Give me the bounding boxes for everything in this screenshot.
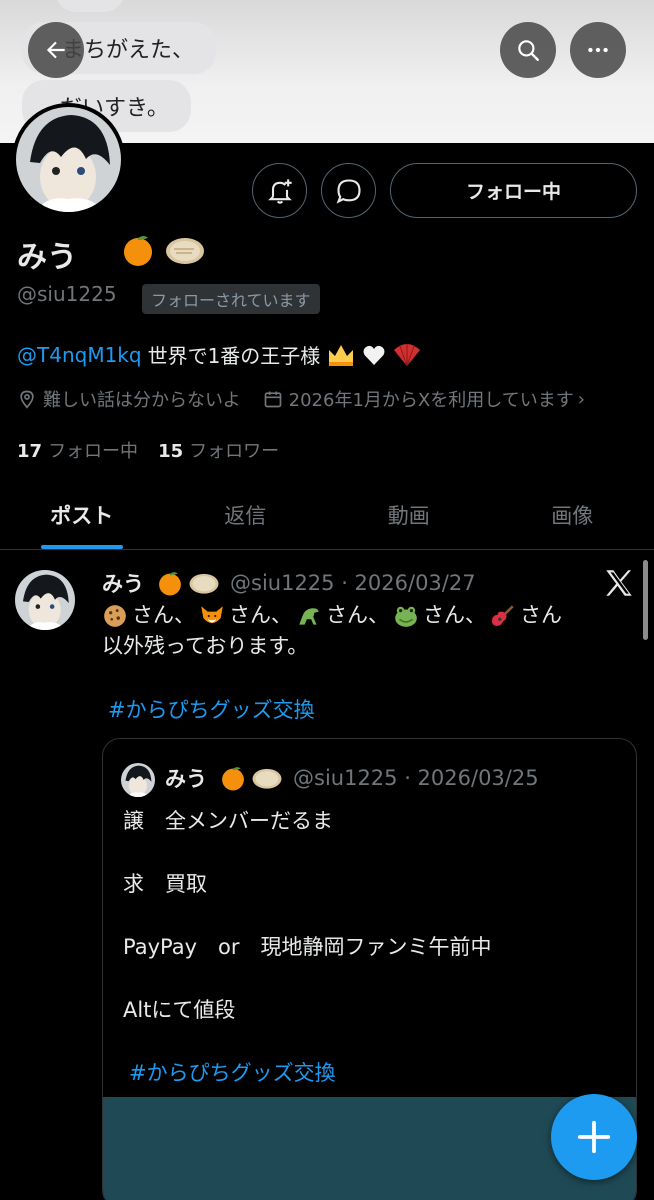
tab-videos[interactable]: 動画 xyxy=(327,480,491,549)
name-emojis xyxy=(120,232,206,268)
arrow-left-icon xyxy=(46,41,65,59)
user-handle: @siu1225 xyxy=(17,282,117,306)
message-button[interactable] xyxy=(321,163,376,218)
chat-bubble-icon xyxy=(336,178,361,204)
avatar[interactable] xyxy=(12,103,125,216)
bio-mention-link[interactable]: @T4nqM1kq xyxy=(17,343,142,367)
more-button[interactable] xyxy=(570,22,626,78)
following-button[interactable]: フォロー中 xyxy=(390,163,637,218)
fan-emoji xyxy=(394,343,421,366)
quoted-text-line: 譲 全メンバーだるま xyxy=(123,809,333,833)
joined-text: 2026年1月からXを利用しています xyxy=(288,390,574,411)
bell-plus-icon xyxy=(267,178,292,204)
post-text-fragment: さん、 xyxy=(132,603,195,627)
quoted-text-line: PayPay or 現地静岡ファンミ午前中 xyxy=(123,935,492,959)
calendar-icon xyxy=(263,389,283,409)
cookie-emoji xyxy=(104,604,126,627)
quoted-text-line: 求 買取 xyxy=(123,872,207,896)
post-header: みう @siu1225 · 2026/03/27 xyxy=(102,568,476,598)
scrollbar[interactable] xyxy=(643,560,648,640)
quoted-meta: @siu1225 · 2026/03/25 xyxy=(293,766,539,790)
flatbread-emoji xyxy=(189,573,219,594)
tab-posts[interactable]: ポスト xyxy=(0,480,164,549)
follow-counts: 17 フォロー中 15 フォロワー xyxy=(17,437,279,463)
post-text-fragment: さん、 xyxy=(326,603,389,627)
followers-label: フォロワー xyxy=(189,441,280,462)
following-link[interactable]: 17 フォロー中 xyxy=(17,437,138,463)
back-button[interactable] xyxy=(28,22,84,78)
quoted-hashtag-link[interactable]: #からぴちグッズ交換 xyxy=(129,1057,336,1087)
profile-meta: 難しい話は分からないよ 2026年1月からXを利用しています › xyxy=(17,386,585,412)
post-author-name[interactable]: みう xyxy=(102,568,144,598)
flatbread-emoji xyxy=(252,768,282,789)
search-icon xyxy=(518,40,539,61)
follows-you-badge: フォローされています xyxy=(142,284,320,314)
more-icon xyxy=(588,47,608,53)
avatar-image xyxy=(16,107,121,212)
followers-link[interactable]: 15 フォロワー xyxy=(158,437,279,463)
avatar-image xyxy=(15,570,75,630)
notify-button[interactable] xyxy=(252,163,307,218)
crown-emoji xyxy=(329,344,354,366)
profile-tabs: ポスト 返信 動画 画像 xyxy=(0,480,654,550)
quoted-header: みう @siu1225 · 2026/03/25 xyxy=(165,763,539,793)
location-text: 難しい話は分からないよ xyxy=(43,390,241,411)
tab-media[interactable]: 画像 xyxy=(491,480,654,549)
avatar-image xyxy=(121,763,155,797)
dinosaur-emoji xyxy=(299,607,319,625)
flatbread-emoji xyxy=(166,238,204,264)
search-button[interactable] xyxy=(500,22,556,78)
post-text-fragment: さん xyxy=(520,603,562,627)
frog-emoji xyxy=(395,606,417,627)
orange-emoji xyxy=(159,572,181,596)
followers-count: 15 xyxy=(158,441,184,462)
bio: @T4nqM1kq 世界で1番の王子様 xyxy=(17,340,422,369)
quoted-avatar xyxy=(121,763,155,797)
post-text-fragment: さん、 xyxy=(423,603,486,627)
post-text-fragment: さん、 xyxy=(229,603,292,627)
quoted-author-name: みう xyxy=(165,767,207,791)
following-count: 17 xyxy=(17,441,43,462)
plus-icon xyxy=(577,1120,611,1154)
orange-emoji xyxy=(222,767,244,791)
location-icon xyxy=(17,389,37,409)
post-meta: @siu1225 · 2026/03/27 xyxy=(230,571,476,595)
chevron-right-icon[interactable]: › xyxy=(578,389,585,410)
white-heart-emoji xyxy=(363,345,385,365)
display-name: みう xyxy=(17,240,77,275)
post-text-line: 以外残っております。 xyxy=(102,634,309,658)
compose-button[interactable] xyxy=(551,1094,637,1180)
guitar-emoji xyxy=(491,604,514,626)
following-label: フォロー中 xyxy=(48,441,139,462)
bio-text: 世界で1番の王子様 xyxy=(147,344,321,368)
quoted-text-line: Altにて値段 xyxy=(123,998,236,1022)
fox-emoji xyxy=(201,605,223,623)
post-body: さん、 さん、 さん、 さん、 さん 以外残っております。 xyxy=(102,600,622,662)
tab-replies[interactable]: 返信 xyxy=(164,480,328,549)
x-logo-icon xyxy=(602,566,636,604)
post-avatar[interactable] xyxy=(15,570,75,630)
post-hashtag-link[interactable]: #からぴちグッズ交換 xyxy=(108,694,315,724)
orange-emoji xyxy=(124,236,152,266)
chat-bubble xyxy=(55,0,125,12)
